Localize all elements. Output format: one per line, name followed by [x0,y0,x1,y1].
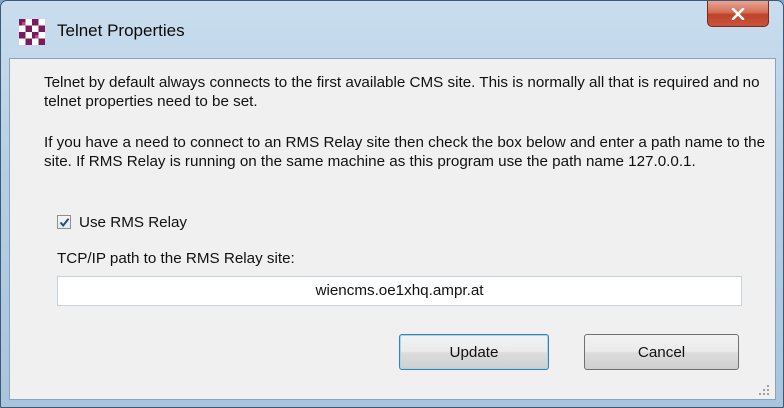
close-icon [731,7,745,20]
tcp-ip-path-input[interactable]: wiencms.oe1xhq.ampr.at [57,276,742,306]
close-button[interactable] [707,1,769,27]
checkered-flag-icon [19,19,45,45]
use-rms-relay-option[interactable]: Use RMS Relay [57,212,187,232]
window-title: Telnet Properties [57,21,185,40]
intro-paragraph: Telnet by default always connects to the… [44,74,760,110]
use-rms-relay-checkbox[interactable] [57,215,71,229]
relay-instructions-paragraph: If you have a need to connect to an RMS … [44,134,766,170]
resize-grip-icon[interactable] [758,384,770,396]
update-button[interactable]: Update [399,334,549,370]
tcp-ip-path-label: TCP/IP path to the RMS Relay site: [57,250,295,267]
title-bar[interactable]: Telnet Properties [1,1,783,59]
checkmark-icon [59,217,69,227]
cancel-button[interactable]: Cancel [584,334,739,370]
use-rms-relay-label[interactable]: Use RMS Relay [79,214,187,231]
